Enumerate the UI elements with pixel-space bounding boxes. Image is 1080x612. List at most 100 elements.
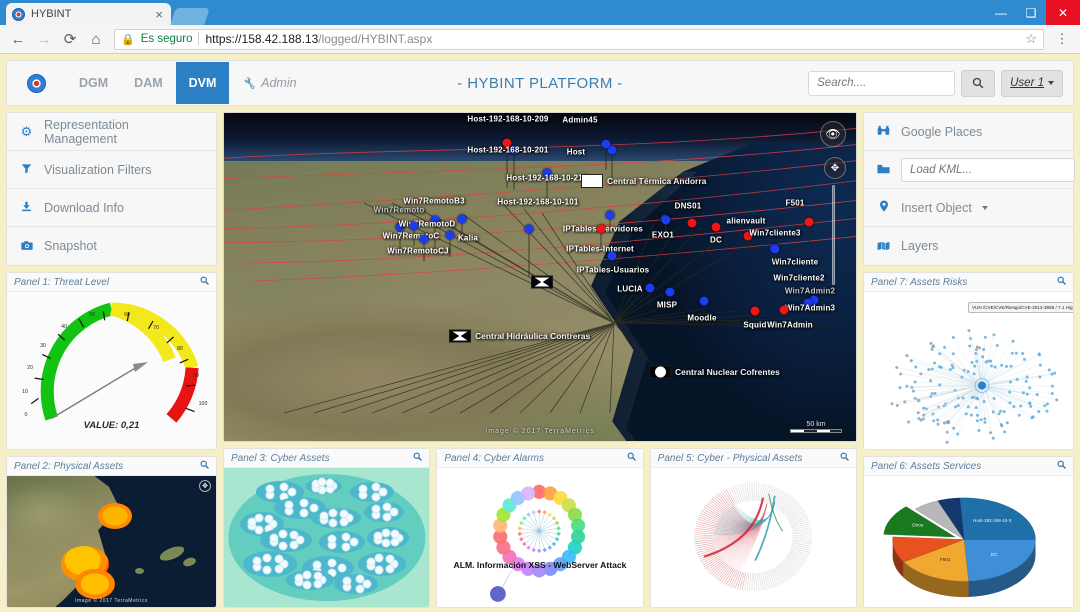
bubble-leaf[interactable] <box>313 572 322 581</box>
bubble-leaf[interactable] <box>340 510 349 519</box>
bubble-leaf[interactable] <box>375 565 384 574</box>
bubble-leaf[interactable] <box>320 511 329 520</box>
bubble-leaf[interactable] <box>279 482 288 491</box>
sidebar-item-google-places[interactable]: Google Places <box>864 113 1073 151</box>
magnifier-icon[interactable] <box>627 452 636 464</box>
globe-pan-control[interactable]: ✥ <box>824 157 846 179</box>
magnifier-icon[interactable] <box>1057 276 1066 288</box>
map-site-marker[interactable] <box>649 366 671 379</box>
bubble-leaf[interactable] <box>288 488 297 497</box>
search-button[interactable] <box>961 70 995 97</box>
bubble-leaf[interactable] <box>262 553 271 562</box>
bubble-leaf[interactable] <box>285 500 294 509</box>
bubble-leaf[interactable] <box>385 564 394 573</box>
bubble-leaf[interactable] <box>255 514 264 523</box>
bubble-leaf[interactable] <box>329 518 338 527</box>
bubble-leaf[interactable] <box>290 531 299 540</box>
map-node-dot[interactable] <box>700 297 709 306</box>
assets-risk-network[interactable] <box>864 292 1073 449</box>
cyber-alarms-radial[interactable] <box>437 468 642 607</box>
panel-body[interactable] <box>224 468 429 607</box>
physical-assets-map[interactable]: ✥ Image © 2017 TerraMetrics <box>7 476 216 607</box>
map-node-dot[interactable] <box>458 215 467 224</box>
sidebar-item-download-info[interactable]: Download Info <box>7 189 216 227</box>
panel-body[interactable]: ALM. Información XSS - WebServer Attack <box>437 468 642 607</box>
map-node-dot[interactable] <box>712 223 721 232</box>
bubble-leaf[interactable] <box>379 488 388 497</box>
map-node-dot[interactable] <box>608 252 617 261</box>
map-node-dot[interactable] <box>446 231 455 240</box>
bubble-leaf[interactable] <box>355 584 364 593</box>
compass-icon[interactable]: ✥ <box>199 480 211 492</box>
window-maximize-button[interactable]: ❑ <box>1016 0 1046 25</box>
sidebar-item-layers[interactable]: Layers <box>864 227 1073 265</box>
bubble-leaf[interactable] <box>265 515 274 524</box>
map-site-marker[interactable] <box>449 330 471 343</box>
bubble-leaf[interactable] <box>375 554 384 563</box>
nav-item-admin[interactable]: 🔧 Admin <box>229 62 309 104</box>
sidebar-item-representation-management[interactable]: ⚙ Representation Management <box>7 113 216 151</box>
globe-viewer[interactable]: Host-192-168-10-209 Admin45 Host-192-168-1… <box>223 112 857 442</box>
sidebar-item-load-kml[interactable] <box>864 151 1073 189</box>
back-icon[interactable]: ← <box>6 27 30 51</box>
map-node-dot[interactable] <box>688 219 697 228</box>
bubble-leaf[interactable] <box>363 580 372 589</box>
panel-body[interactable]: ✥ Image © 2017 TerraMetrics <box>7 476 216 607</box>
browser-menu-icon[interactable]: ⋮ <box>1050 27 1074 51</box>
bookmark-star-icon[interactable]: ☆ <box>1025 31 1037 47</box>
bubble-leaf[interactable] <box>342 577 351 586</box>
magnifier-icon[interactable] <box>413 452 422 464</box>
window-close-button[interactable]: ✕ <box>1046 0 1080 25</box>
sidebar-item-visualization-filters[interactable]: Visualization Filters <box>7 151 216 189</box>
bubble-leaf[interactable] <box>255 525 264 534</box>
bubble-leaf[interactable] <box>349 538 358 547</box>
bubble-leaf[interactable] <box>253 557 262 566</box>
map-site-marker[interactable] <box>531 276 553 289</box>
bubble-leaf[interactable] <box>390 529 399 538</box>
nav-item-dam[interactable]: DAM <box>121 62 175 104</box>
bubble-leaf[interactable] <box>371 483 380 492</box>
map-node-dot[interactable] <box>606 211 615 220</box>
bubble-leaf[interactable] <box>383 503 392 512</box>
map-node-dot[interactable] <box>420 235 429 244</box>
bubble-leaf[interactable] <box>329 509 338 518</box>
bubble-leaf[interactable] <box>262 566 271 575</box>
new-tab-button[interactable] <box>170 8 210 25</box>
cyber-assets-bubbles[interactable] <box>224 468 429 607</box>
panel-body[interactable]: Host-192-168-10-X DC F501 Otros <box>864 476 1073 607</box>
map-node-dot[interactable] <box>751 307 760 316</box>
kml-input[interactable] <box>901 158 1075 182</box>
map-node-dot[interactable] <box>597 225 606 234</box>
map-node-dot[interactable] <box>780 306 789 315</box>
bubble-leaf[interactable] <box>300 509 309 518</box>
bubble-leaf[interactable] <box>303 571 312 580</box>
tab-close-icon[interactable]: × <box>153 8 165 21</box>
bubble-leaf[interactable] <box>355 575 364 584</box>
map-node-dot[interactable] <box>805 218 814 227</box>
assets-services-pie[interactable]: Host-192-168-10-X DC F501 Otros <box>864 476 1073 607</box>
bubble-leaf[interactable] <box>269 533 278 542</box>
window-minimize-button[interactable]: — <box>986 0 1016 25</box>
bubble-leaf[interactable] <box>303 580 312 589</box>
sidebar-item-insert-object[interactable]: Insert Object <box>864 189 1073 227</box>
bubble-leaf[interactable] <box>278 541 287 550</box>
magnifier-icon[interactable] <box>200 460 209 472</box>
map-node-dot[interactable] <box>646 284 655 293</box>
bubble-leaf[interactable] <box>290 540 299 549</box>
map-node-dot[interactable] <box>771 245 780 254</box>
globe-zoom-slider[interactable] <box>832 185 835 285</box>
user-menu-button[interactable]: User 1 <box>1001 70 1063 97</box>
bubble-leaf[interactable] <box>341 543 350 552</box>
nav-item-dgm[interactable]: DGM <box>66 62 121 104</box>
bubble-leaf[interactable] <box>337 564 346 573</box>
sidebar-item-snapshot[interactable]: Snapshot <box>7 227 216 265</box>
bubble-leaf[interactable] <box>300 498 309 507</box>
map-node-dot[interactable] <box>602 140 611 149</box>
brand-logo-icon[interactable] <box>27 74 46 93</box>
map-site-marker[interactable] <box>581 174 603 188</box>
search-input[interactable] <box>808 71 955 96</box>
bubble-leaf[interactable] <box>385 555 394 564</box>
bubble-leaf[interactable] <box>313 560 322 569</box>
bubble-leaf[interactable] <box>358 485 367 494</box>
reload-icon[interactable]: ⟳ <box>58 27 82 51</box>
